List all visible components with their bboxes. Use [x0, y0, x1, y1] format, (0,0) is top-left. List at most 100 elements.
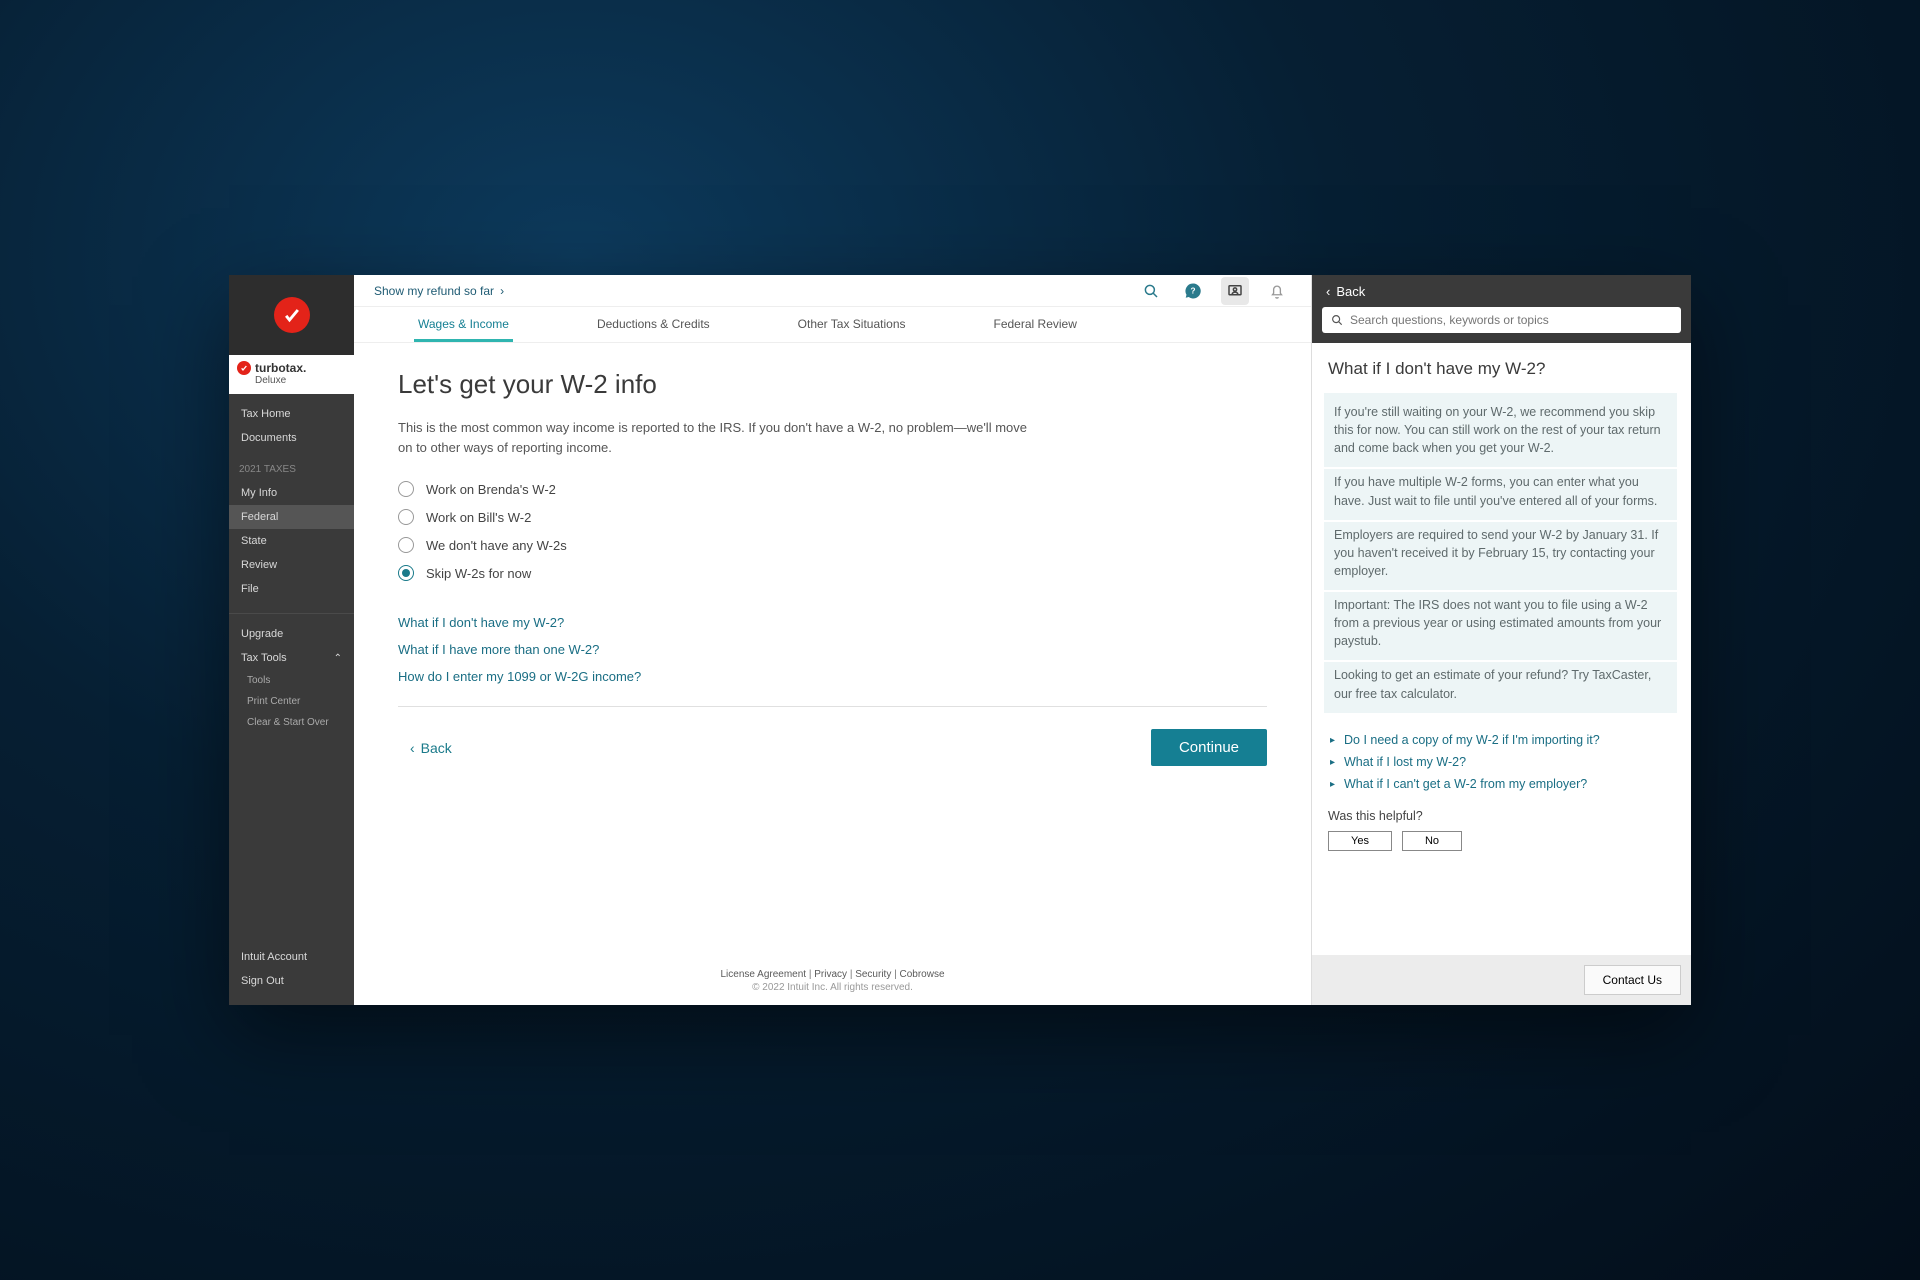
radio-label: Work on Brenda's W-2 [426, 482, 556, 497]
help-chat-icon[interactable]: ? [1179, 277, 1207, 305]
sidebar-sub-clear-start-over[interactable]: Clear & Start Over [229, 712, 354, 733]
radio-label: Skip W-2s for now [426, 566, 531, 581]
back-label: Back [421, 740, 452, 756]
app-window: turbotax. Deluxe Tax Home Documents 2021… [229, 275, 1691, 1005]
help-back-label: Back [1336, 284, 1365, 299]
question-links: What if I don't have my W-2? What if I h… [398, 609, 1267, 690]
footer-privacy[interactable]: Privacy [814, 969, 847, 980]
help-search-box[interactable] [1322, 307, 1681, 333]
brand-name: turbotax. [255, 361, 306, 375]
helpful-buttons: Yes No [1328, 831, 1677, 851]
brand-block: turbotax. Deluxe [229, 355, 354, 394]
tab-deductions-credits[interactable]: Deductions & Credits [593, 317, 714, 342]
tab-other-tax-situations[interactable]: Other Tax Situations [794, 317, 910, 342]
help-body: What if I don't have my W-2? If you're s… [1312, 343, 1691, 955]
sidebar-sub-tools[interactable]: Tools [229, 670, 354, 691]
radio-work-brenda[interactable]: Work on Brenda's W-2 [398, 475, 1267, 503]
footer-cobrowse[interactable]: Cobrowse [899, 969, 944, 980]
brand-mark-icon [237, 361, 251, 375]
sidebar-top-group: Tax Home Documents [229, 394, 354, 458]
page-description: This is the most common way income is re… [398, 418, 1038, 457]
helpful-no-button[interactable]: No [1402, 831, 1462, 851]
sidebar-tools-group: Upgrade Tax Tools ⌃ Tools Print Center C… [229, 618, 354, 741]
sidebar: turbotax. Deluxe Tax Home Documents 2021… [229, 275, 354, 1005]
help-panel: ‹ Back What if I don't have my W-2? If y… [1311, 275, 1691, 1005]
continue-button[interactable]: Continue [1151, 729, 1267, 766]
related-link-cant-get-w2[interactable]: What if I can't get a W-2 from my employ… [1328, 773, 1677, 795]
sidebar-item-state[interactable]: State [229, 529, 354, 553]
svg-text:?: ? [1190, 286, 1195, 295]
radio-icon [398, 565, 414, 581]
tab-wages-income[interactable]: Wages & Income [414, 317, 513, 342]
help-para: Looking to get an estimate of your refun… [1324, 662, 1677, 712]
help-footer: Contact Us [1312, 955, 1691, 1005]
sidebar-taxes-heading: 2021 TAXES [229, 458, 354, 481]
radio-icon [398, 481, 414, 497]
radio-icon [398, 509, 414, 525]
footer-license[interactable]: License Agreement [720, 969, 806, 980]
related-link-copy-w2[interactable]: Do I need a copy of my W-2 if I'm import… [1328, 729, 1677, 751]
tab-federal-review[interactable]: Federal Review [990, 317, 1081, 342]
sidebar-item-sign-out[interactable]: Sign Out [229, 969, 354, 993]
section-tabs: Wages & Income Deductions & Credits Othe… [354, 307, 1311, 343]
page-title: Let's get your W-2 info [398, 369, 1267, 400]
helpful-label: Was this helpful? [1328, 809, 1677, 823]
chevron-left-icon: ‹ [1326, 284, 1330, 299]
tax-tools-label: Tax Tools [241, 652, 287, 664]
sidebar-item-my-info[interactable]: My Info [229, 481, 354, 505]
chevron-right-icon: › [500, 284, 504, 298]
footer-copyright: © 2022 Intuit Inc. All rights reserved. [354, 982, 1311, 993]
brand-tier: Deluxe [255, 375, 346, 386]
sidebar-item-review[interactable]: Review [229, 553, 354, 577]
question-link-multi-w2[interactable]: What if I have more than one W-2? [398, 636, 1267, 663]
sidebar-item-file[interactable]: File [229, 577, 354, 601]
radio-skip-w2[interactable]: Skip W-2s for now [398, 559, 1267, 587]
divider [398, 706, 1267, 707]
search-icon [1330, 313, 1344, 327]
help-search [1312, 307, 1691, 343]
help-article-title: What if I don't have my W-2? [1328, 359, 1677, 379]
sidebar-item-federal[interactable]: Federal [229, 505, 354, 529]
sidebar-item-tax-tools[interactable]: Tax Tools ⌃ [229, 646, 354, 670]
sidebar-sub-print-center[interactable]: Print Center [229, 691, 354, 712]
radio-work-bill[interactable]: Work on Bill's W-2 [398, 503, 1267, 531]
contact-us-button[interactable]: Contact Us [1584, 965, 1681, 995]
help-search-input[interactable] [1350, 310, 1673, 330]
sidebar-item-tax-home[interactable]: Tax Home [229, 402, 354, 426]
search-icon[interactable] [1137, 277, 1165, 305]
radio-label: Work on Bill's W-2 [426, 510, 531, 525]
refund-link[interactable]: Show my refund so far › [374, 284, 504, 298]
help-para: Important: The IRS does not want you to … [1324, 592, 1677, 660]
chevron-left-icon: ‹ [410, 740, 415, 756]
radio-group: Work on Brenda's W-2 Work on Bill's W-2 … [398, 475, 1267, 587]
chevron-up-icon: ⌃ [334, 653, 342, 664]
related-link-lost-w2[interactable]: What if I lost my W-2? [1328, 751, 1677, 773]
sidebar-item-documents[interactable]: Documents [229, 426, 354, 450]
topbar-actions: ? [1137, 277, 1291, 305]
turbotax-logo-icon [274, 297, 310, 333]
related-questions: Do I need a copy of my W-2 if I'm import… [1328, 729, 1677, 795]
radio-icon [398, 537, 414, 553]
helpful-yes-button[interactable]: Yes [1328, 831, 1392, 851]
question-link-1099[interactable]: How do I enter my 1099 or W-2G income? [398, 663, 1267, 690]
content-body: Let's get your W-2 info This is the most… [354, 343, 1311, 961]
footer-security[interactable]: Security [855, 969, 891, 980]
refund-link-text: Show my refund so far [374, 284, 494, 298]
radio-label: We don't have any W-2s [426, 538, 567, 553]
sidebar-item-intuit-account[interactable]: Intuit Account [229, 945, 354, 969]
footer: License Agreement | Privacy | Security |… [354, 961, 1311, 1005]
help-back-button[interactable]: ‹ Back [1312, 275, 1691, 307]
question-link-no-w2[interactable]: What if I don't have my W-2? [398, 609, 1267, 636]
main-area: Show my refund so far › ? Wages & Income… [354, 275, 1311, 1005]
sidebar-taxes-group: My Info Federal State Review File [229, 481, 354, 609]
help-para: If you have multiple W-2 forms, you can … [1324, 469, 1677, 519]
sidebar-item-upgrade[interactable]: Upgrade [229, 622, 354, 646]
topbar: Show my refund so far › ? [354, 275, 1311, 307]
sidebar-bottom: Intuit Account Sign Out [229, 937, 354, 1005]
live-expert-icon[interactable] [1221, 277, 1249, 305]
notifications-icon[interactable] [1263, 277, 1291, 305]
back-button[interactable]: ‹ Back [398, 740, 452, 756]
logo-header [229, 275, 354, 355]
radio-no-w2[interactable]: We don't have any W-2s [398, 531, 1267, 559]
help-para: Employers are required to send your W-2 … [1324, 522, 1677, 590]
